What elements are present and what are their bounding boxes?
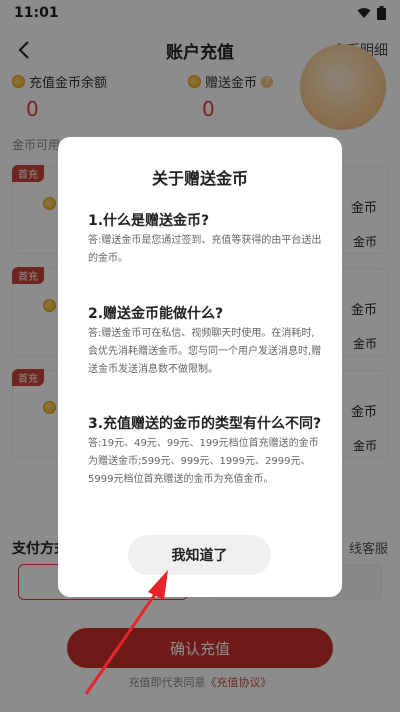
got-it-button[interactable]: 我知道了 bbox=[128, 535, 271, 575]
gift-coin-info-dialog: 关于赠送金币 1.什么是赠送金币? 答:赠送金币是您通过签到、充值等获得的由平台… bbox=[58, 137, 342, 597]
faq-answer: 答:赠送金币是您通过签到、充值等获得的由平台送出的金币。 bbox=[88, 235, 322, 264]
faq-question: 2.赠送金币能做什么? bbox=[88, 306, 224, 322]
faq-answer: 答:赠送金币可在私信、视频聊天时使用。在消耗时,会优先消耗赠送金币。您与同一个用… bbox=[88, 328, 322, 375]
dialog-title: 关于赠送金币 bbox=[151, 169, 248, 188]
faq-question: 1.什么是赠送金币? bbox=[88, 213, 210, 229]
faq-answer: 答:19元、49元、99元、199元档位首充赠送的金币为赠送金币;599元、99… bbox=[88, 438, 319, 485]
faq-question: 3.充值赠送的金币的类型有什么不同? bbox=[88, 416, 322, 432]
